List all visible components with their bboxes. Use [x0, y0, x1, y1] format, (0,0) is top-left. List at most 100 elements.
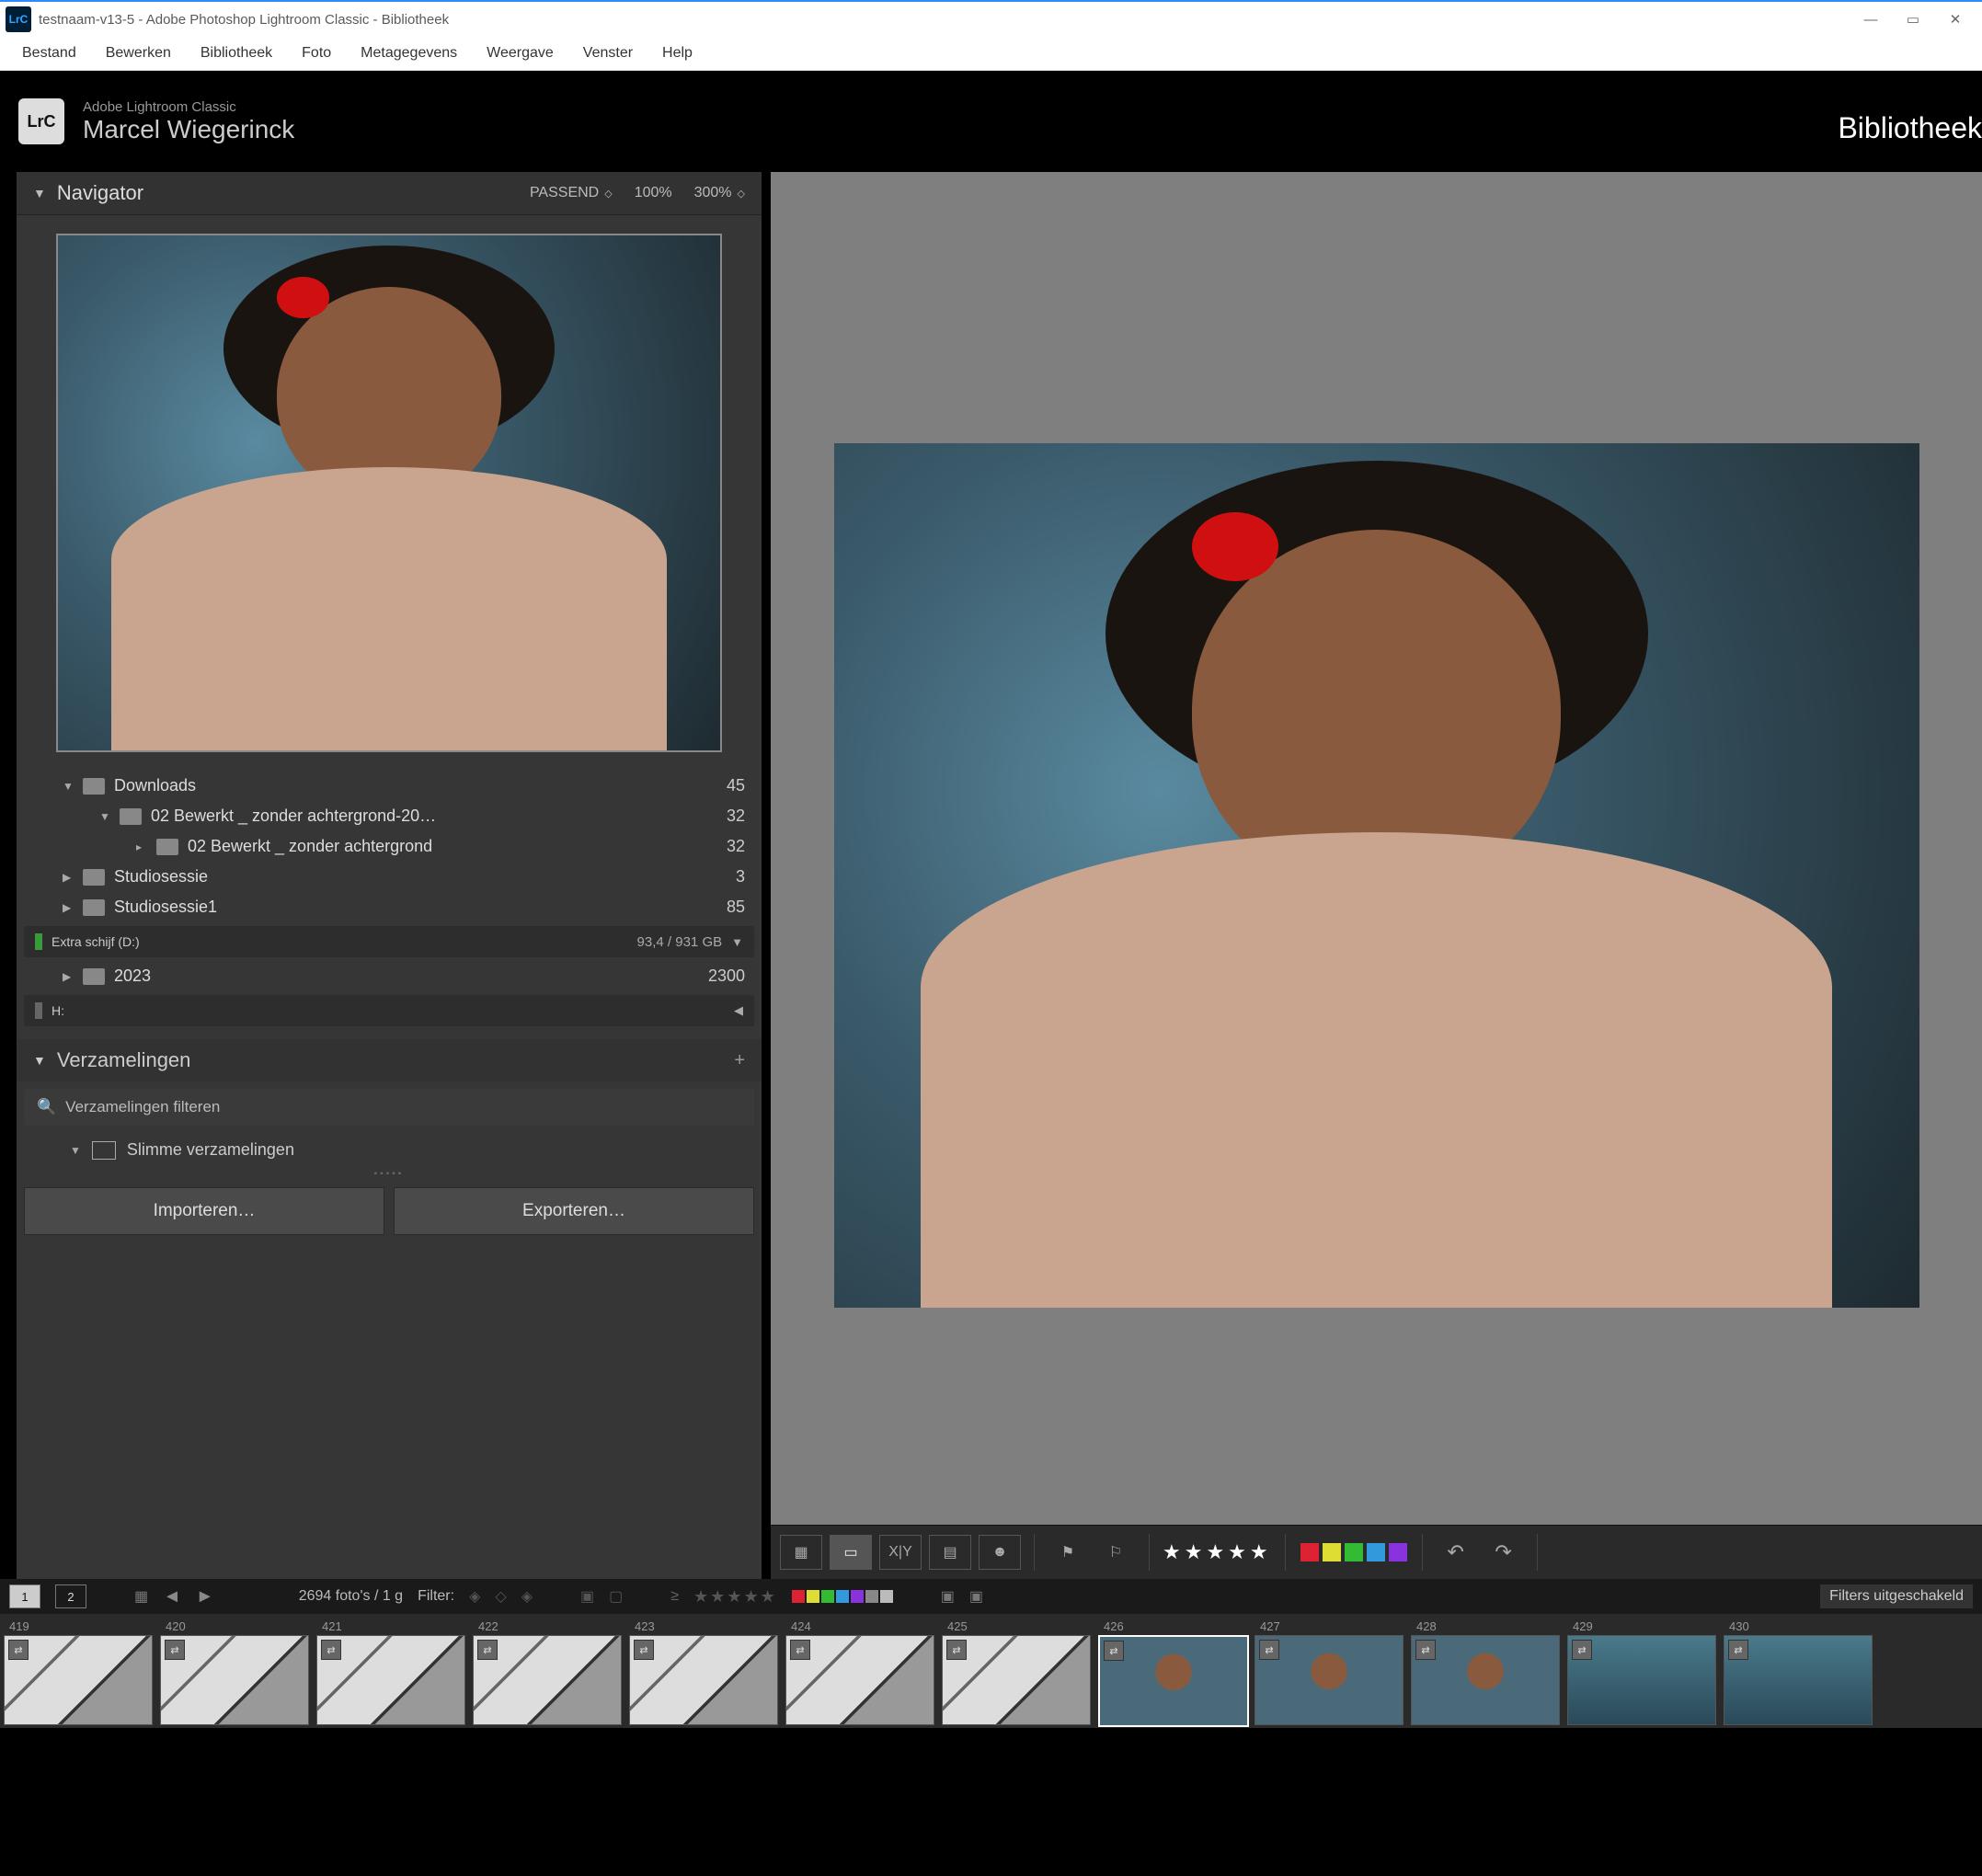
color-filter[interactable]	[792, 1590, 893, 1603]
export-button[interactable]: Exporteren…	[394, 1187, 754, 1235]
menu-bewerken[interactable]: Bewerken	[91, 40, 186, 67]
filmstrip-cell[interactable]: 419⇄	[4, 1618, 153, 1728]
color-label[interactable]	[1345, 1543, 1363, 1561]
panel-resize-handle[interactable]: ▪▪▪▪▪	[17, 1167, 762, 1180]
thumbnail[interactable]: ⇄	[160, 1635, 309, 1725]
primary-display-button[interactable]: 1	[9, 1584, 40, 1608]
menu-weergave[interactable]: Weergave	[472, 40, 568, 67]
flag-reject-button[interactable]: ⚐	[1095, 1536, 1136, 1569]
volume-h[interactable]: H: ◀	[24, 995, 754, 1026]
menu-metagegevens[interactable]: Metagegevens	[346, 40, 472, 67]
color-chip[interactable]	[865, 1590, 878, 1603]
smart-collections-row[interactable]: ▼ Slimme verzamelingen	[17, 1133, 762, 1167]
rotate-left-button[interactable]: ↶	[1436, 1536, 1476, 1569]
disclosure-icon[interactable]: ▼	[99, 810, 120, 823]
filmstrip-cell[interactable]: 429⇄	[1567, 1618, 1716, 1728]
collapse-icon[interactable]: ▼	[70, 1144, 81, 1157]
navigator-header[interactable]: ▼ Navigator PASSEND◇ 100% 300%◇	[17, 172, 762, 215]
color-chip[interactable]	[880, 1590, 893, 1603]
expand-icon[interactable]: ◀	[734, 1003, 743, 1018]
flag-filter-rejected[interactable]: ◈	[521, 1587, 533, 1606]
menu-venster[interactable]: Venster	[568, 40, 647, 67]
filmstrip-cell[interactable]: 422⇄	[473, 1618, 622, 1728]
thumbnail[interactable]: ⇄	[1098, 1635, 1249, 1727]
color-chip[interactable]	[836, 1590, 849, 1603]
collapse-icon[interactable]: ▼	[33, 1053, 46, 1068]
disclosure-icon[interactable]: ▶	[63, 871, 83, 884]
close-button[interactable]: ✕	[1934, 6, 1976, 33]
survey-view-button[interactable]: ▤	[929, 1535, 971, 1570]
collections-search[interactable]: 🔍 Verzamelingen filteren	[24, 1089, 754, 1126]
folder-row[interactable]: ▶Studiosessie3	[17, 862, 762, 892]
color-chip[interactable]	[792, 1590, 805, 1603]
compare-view-button[interactable]: X|Y	[879, 1535, 922, 1570]
flag-filter-unflagged[interactable]: ◇	[495, 1587, 506, 1606]
grid-icon[interactable]: ▦	[134, 1587, 148, 1606]
navigator-preview[interactable]	[56, 234, 722, 752]
loupe-image[interactable]	[834, 443, 1919, 1308]
color-label[interactable]	[1323, 1543, 1341, 1561]
filmstrip-cell[interactable]: 426⇄	[1098, 1618, 1247, 1728]
next-photo-button[interactable]: ►	[196, 1586, 214, 1607]
color-chip[interactable]	[807, 1590, 819, 1603]
filmstrip-cell[interactable]: 421⇄	[316, 1618, 465, 1728]
rating-filter[interactable]: ★★★★★	[693, 1587, 777, 1607]
folder-row[interactable]: ▶20232300	[17, 961, 762, 991]
color-label[interactable]	[1300, 1543, 1319, 1561]
filmstrip-cell[interactable]: 428⇄	[1411, 1618, 1560, 1728]
loupe-view[interactable]: ▦ ▭ X|Y ▤ ☻ ⚑ ⚐ ★★★★★ ↶ ↷	[771, 172, 1982, 1579]
menu-foto[interactable]: Foto	[287, 40, 346, 67]
loupe-view-button[interactable]: ▭	[830, 1535, 872, 1570]
volume-d[interactable]: Extra schijf (D:) 93,4 / 931 GB ▼	[24, 926, 754, 957]
filmstrip-cell[interactable]: 430⇄	[1724, 1618, 1873, 1728]
thumbnail[interactable]: ⇄	[629, 1635, 778, 1725]
zoom-fit[interactable]: PASSEND◇	[530, 185, 613, 201]
module-picker-library[interactable]: Bibliotheek	[1838, 111, 1982, 145]
flag-pick-button[interactable]: ⚑	[1048, 1536, 1088, 1569]
folder-row[interactable]: ▼Downloads45	[17, 771, 762, 801]
collections-header[interactable]: ▼ Verzamelingen +	[17, 1039, 762, 1081]
filmstrip-cell[interactable]: 427⇄	[1255, 1618, 1403, 1728]
menu-bibliotheek[interactable]: Bibliotheek	[186, 40, 287, 67]
view-toggle-2[interactable]: ▣	[969, 1587, 983, 1606]
flag-filter-picked[interactable]: ◈	[469, 1587, 480, 1606]
rotate-right-button[interactable]: ↷	[1484, 1536, 1524, 1569]
maximize-button[interactable]: ▭	[1892, 6, 1934, 33]
thumbnail[interactable]: ⇄	[1567, 1635, 1716, 1725]
disclosure-icon[interactable]: ▶	[63, 970, 83, 983]
add-collection-button[interactable]: +	[734, 1050, 745, 1071]
folder-row[interactable]: ▼02 Bewerkt _ zonder achtergrond-20…32	[17, 801, 762, 831]
thumbnail[interactable]: ⇄	[4, 1635, 153, 1725]
edited-filter[interactable]: ▣	[580, 1587, 594, 1606]
disclosure-icon[interactable]: ▸	[136, 841, 156, 853]
thumbnail[interactable]: ⇄	[785, 1635, 934, 1725]
import-button[interactable]: Importeren…	[24, 1187, 384, 1235]
zoom-300[interactable]: 300%◇	[694, 185, 745, 201]
filters-off-label[interactable]: Filters uitgeschakeld	[1820, 1584, 1973, 1608]
menu-bestand[interactable]: Bestand	[7, 40, 91, 67]
color-chip[interactable]	[851, 1590, 864, 1603]
grid-view-button[interactable]: ▦	[780, 1535, 822, 1570]
thumbnail[interactable]: ⇄	[316, 1635, 465, 1725]
disclosure-icon[interactable]: ▶	[63, 901, 83, 914]
disclosure-icon[interactable]: ▼	[63, 780, 83, 793]
thumbnail[interactable]: ⇄	[1724, 1635, 1873, 1725]
thumbnail[interactable]: ⇄	[942, 1635, 1091, 1725]
folder-row[interactable]: ▸02 Bewerkt _ zonder achtergrond32	[17, 831, 762, 862]
color-label[interactable]	[1389, 1543, 1407, 1561]
secondary-display-button[interactable]: 2	[55, 1584, 86, 1608]
color-label-picker[interactable]	[1299, 1543, 1409, 1561]
folder-row[interactable]: ▶Studiosessie185	[17, 892, 762, 922]
thumbnail[interactable]: ⇄	[1411, 1635, 1560, 1725]
minimize-button[interactable]: —	[1850, 6, 1892, 33]
filmstrip-cell[interactable]: 424⇄	[785, 1618, 934, 1728]
rating-filter-op[interactable]: ≥	[670, 1588, 679, 1605]
color-label[interactable]	[1367, 1543, 1385, 1561]
filmstrip-cell[interactable]: 425⇄	[942, 1618, 1091, 1728]
menu-help[interactable]: Help	[647, 40, 707, 67]
rating-stars[interactable]: ★★★★★	[1163, 1540, 1272, 1564]
unedited-filter[interactable]: ▢	[609, 1587, 623, 1606]
zoom-100[interactable]: 100%	[635, 185, 672, 201]
collapse-icon[interactable]: ▼	[731, 935, 743, 949]
color-chip[interactable]	[821, 1590, 834, 1603]
